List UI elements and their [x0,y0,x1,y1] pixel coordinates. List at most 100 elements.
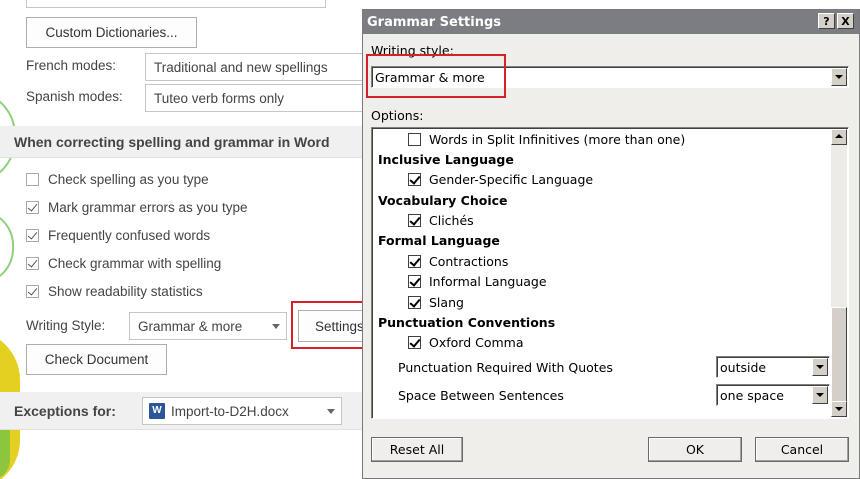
check-document-label: Check Document [44,352,149,367]
word-doc-icon: W [149,403,165,419]
checkbox-box [408,255,421,268]
options-list[interactable]: Words in Split Infinitives (more than on… [371,127,849,419]
option-label: Informal Language [429,274,547,289]
option-label: Space Between Sentences [398,388,564,403]
french-modes-label: French modes: [26,58,117,73]
ok-button[interactable]: OK [648,437,742,462]
punctuation-quotes-value: outside [720,359,767,375]
writing-style-value: Grammar & more [375,69,485,85]
decorative-arc [0,210,14,284]
gender-specific-checkbox[interactable]: Gender-Specific Language [408,172,593,187]
option-label: Slang [429,295,464,310]
scroll-down-button[interactable] [831,401,847,417]
scroll-thumb[interactable] [831,307,847,403]
custom-dictionaries-label: Custom Dictionaries... [45,25,178,40]
checkbox-label: Check spelling as you type [48,172,209,187]
scroll-down-icon [835,407,843,411]
writing-style-dropdown[interactable]: Grammar & more [371,66,849,88]
category-punctuation-conventions: Punctuation Conventions [378,315,556,330]
dialog-titlebar: Grammar Settings ? X [363,10,859,34]
option-label: Oxford Comma [429,335,524,350]
informal-language-checkbox[interactable]: Informal Language [408,274,547,289]
settings-button-label: Settings... [315,318,362,334]
option-label: Gender-Specific Language [429,172,594,187]
writing-style-value: Grammar & more [138,318,243,334]
checkbox-box [408,133,421,146]
space-between-sentences-label: Space Between Sentences [398,388,564,403]
help-button[interactable]: ? [818,13,835,29]
checkbox-box [26,201,39,214]
checkbox-label: Show readability statistics [48,284,203,299]
checkbox-box [26,229,39,242]
cancel-button[interactable]: Cancel [755,437,849,462]
french-modes-value: Traditional and new spellings [154,59,328,75]
category-inclusive-language: Inclusive Language [378,152,514,167]
writing-style-label: Writing Style: [26,318,106,333]
checkbox-box [408,275,421,288]
writing-style-label: Writing style: [371,43,454,58]
option-label: Contractions [429,254,509,269]
checkbox-label: Mark grammar errors as you type [48,200,248,215]
dropdown-button[interactable] [831,68,847,86]
checkbox-box [26,173,39,186]
exceptions-dropdown[interactable]: W Import-to-D2H.docx [142,397,342,425]
confused-words-checkbox[interactable]: Frequently confused words [26,228,210,243]
chevron-down-icon [816,365,824,369]
reset-all-button[interactable]: Reset All [371,437,463,462]
option-label: Words in Split Infinitives (more than on… [429,132,686,147]
help-icon: ? [823,14,830,28]
close-button[interactable]: X [837,13,854,29]
spanish-modes-dropdown[interactable]: Tuteo verb forms only [145,84,362,112]
punctuation-quotes-dropdown[interactable]: outside [716,356,830,378]
space-between-sentences-dropdown[interactable]: one space [716,384,830,406]
dropdown-button[interactable] [812,386,828,404]
checkbox-box [408,296,421,309]
readability-statistics-checkbox[interactable]: Show readability statistics [26,284,203,299]
slang-checkbox[interactable]: Slang [408,295,464,310]
contractions-checkbox[interactable]: Contractions [408,254,508,269]
check-document-button[interactable]: Check Document [26,344,167,375]
mark-grammar-checkbox[interactable]: Mark grammar errors as you type [26,200,248,215]
cancel-label: Cancel [780,442,824,457]
dropdown-button[interactable] [812,358,828,376]
check-grammar-checkbox[interactable]: Check grammar with spelling [26,256,221,271]
space-sentences-value: one space [720,387,784,403]
spanish-modes-value: Tuteo verb forms only [154,90,285,106]
writing-style-dropdown[interactable]: Grammar & more [129,312,287,340]
french-modes-dropdown[interactable]: Traditional and new spellings [145,53,362,81]
grammar-settings-dialog: Grammar Settings ? X Writing style: Gram… [362,9,860,479]
split-infinitives-checkbox[interactable]: Words in Split Infinitives (more than on… [408,132,685,147]
chevron-down-icon [272,324,280,329]
options-scrollbar[interactable] [831,129,847,417]
checkbox-label: Frequently confused words [48,228,211,243]
oxford-comma-checkbox[interactable]: Oxford Comma [408,335,524,350]
cliches-checkbox[interactable]: Clichés [408,213,474,228]
options-label: Options: [371,108,424,123]
scroll-up-icon [835,134,843,138]
punctuation-quotes-label: Punctuation Required With Quotes [398,360,613,375]
category-formal-language: Formal Language [378,233,500,248]
reset-all-label: Reset All [389,442,445,457]
category-vocabulary-choice: Vocabulary Choice [378,193,508,208]
check-spelling-checkbox[interactable]: Check spelling as you type [26,172,209,187]
chevron-down-icon [816,393,824,397]
section-title: When correcting spelling and grammar in … [0,126,362,158]
option-label: Clichés [429,213,474,228]
checkbox-box [26,257,39,270]
ok-label: OK [685,442,705,457]
checkbox-box [408,214,421,227]
settings-button[interactable]: Settings... [298,310,362,342]
chevron-down-icon [327,409,335,414]
exceptions-file-value: Import-to-D2H.docx [171,403,289,419]
close-icon: X [841,14,850,28]
option-label: Punctuation Required With Quotes [398,360,613,375]
dialog-title: Grammar Settings [367,14,502,30]
checkbox-box [408,336,421,349]
word-options-proofing-panel: Custom Dictionaries... French modes: Tra… [0,0,362,479]
checkbox-box [408,173,421,186]
checkbox-box [26,285,39,298]
custom-dictionaries-button[interactable]: Custom Dictionaries... [26,17,197,48]
exceptions-label: Exceptions for: [14,402,116,419]
scroll-up-button[interactable] [831,129,847,145]
spanish-modes-label: Spanish modes: [26,89,123,104]
